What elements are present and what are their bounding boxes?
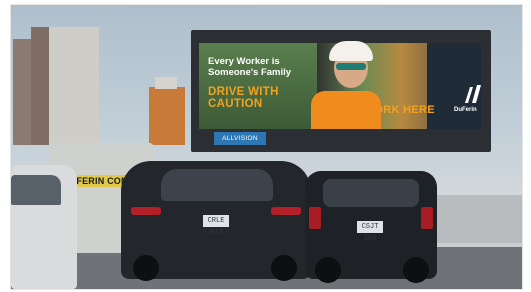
tail-light [131, 207, 161, 215]
car-white [11, 165, 77, 289]
tail-light [421, 207, 433, 229]
duferin-logo-icon [465, 85, 481, 103]
rear-window [161, 169, 273, 201]
building-tall [31, 27, 99, 145]
photo-frame: Every Worker is Someone's Family DRIVE W… [10, 4, 523, 290]
operator-label: ALLVISION [214, 132, 266, 145]
billboard-headline: Every Worker is Someone's Family [208, 56, 292, 78]
car-black-suv: CRLE 843 [121, 161, 311, 281]
safety-glasses [336, 63, 366, 70]
hard-hat [329, 41, 373, 61]
car-dark-suv: CSJT 203 [305, 171, 437, 283]
wheel [271, 255, 297, 281]
highway-scene: Every Worker is Someone's Family DRIVE W… [11, 5, 522, 289]
brand-label: DuFerin [454, 107, 477, 113]
rear-window [323, 179, 419, 207]
building-orange [149, 77, 185, 145]
license-plate: CRLE 843 [203, 215, 229, 237]
wheel [315, 257, 341, 283]
billboard-slogan: DRIVE WITH CAUTION [208, 86, 279, 110]
license-plate: CSJT 203 [357, 221, 383, 243]
wheel [133, 255, 159, 281]
tail-light [309, 207, 321, 229]
worker-vest [311, 91, 381, 129]
tail-light [271, 207, 301, 215]
wheel [403, 257, 429, 283]
